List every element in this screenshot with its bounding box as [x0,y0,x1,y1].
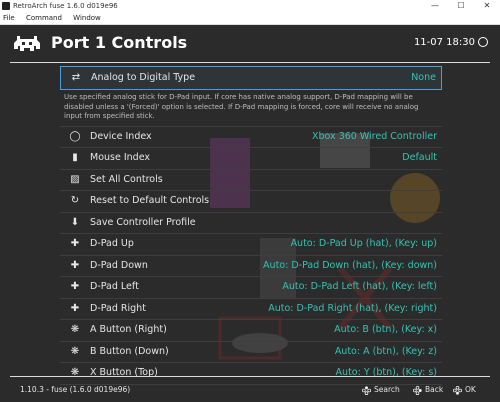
setting-dpad-left[interactable]: ✚ D-Pad Left Auto: D-Pad Left (hat), (Ke… [60,277,442,299]
clock-time: 11-07 18:30 [413,37,475,48]
retroarch-app-icon [2,2,10,10]
footer: 1.10.3 - fuse (1.6.0 d019e96) Search Bac… [0,378,500,402]
search-button-glyph-icon [362,385,371,395]
keyboard-icon: ▨ [70,173,80,185]
setting-dpad-up[interactable]: ✚ D-Pad Up Auto: D-Pad Up (hat), (Key: u… [60,234,442,256]
button-right-icon: ❋ [70,324,80,335]
setting-value: Xbox 360 Wired Controller [312,130,437,142]
battery-icon [478,37,488,47]
setting-description: Use specified analog stick for D-Pad inp… [60,90,442,127]
setting-value: Auto: B (btn), (Key: x) [334,324,437,335]
setting-save-controller-profile[interactable]: ⬇ Save Controller Profile [60,213,442,234]
window-titlebar: RetroArch fuse 1.6.0 d019e96 — ☐ ✕ [0,0,500,12]
page-title: Port 1 Controls [51,33,188,52]
close-window-button[interactable]: ✕ [474,0,500,12]
ok-button-glyph-icon [453,385,462,395]
dpad-up-icon: ✚ [70,238,80,249]
setting-a-button[interactable]: ❋ A Button (Right) Auto: B (btn), (Key: … [60,320,442,342]
back-hint[interactable]: Back [413,385,443,395]
gamepad-icon: ◯ [69,130,81,142]
search-hint-label: Search [374,385,400,394]
menu-file[interactable]: File [3,14,15,22]
dpad-down-icon: ✚ [70,259,80,271]
setting-analog-to-digital-type[interactable]: ⇄ Analog to Digital Type None [60,66,442,90]
setting-label: A Button (Right) [90,324,167,335]
mouse-icon: ▮ [72,152,78,163]
window-title: RetroArch fuse 1.6.0 d019e96 [13,2,118,10]
ok-hint-label: OK [465,385,476,394]
settings-list: ⇄ Analog to Digital Type None Use specif… [60,66,442,385]
setting-label: Set All Controls [90,173,163,185]
setting-value: Auto: D-Pad Up (hat), (Key: up) [290,238,437,249]
menu-command[interactable]: Command [26,14,62,22]
search-hint[interactable]: Search [362,385,400,395]
setting-label: Analog to Digital Type [91,72,196,83]
back-button-glyph-icon [413,385,422,395]
setting-label: D-Pad Up [90,238,134,249]
setting-device-index[interactable]: ◯ Device Index Xbox 360 Wired Controller [60,127,442,148]
setting-label: Save Controller Profile [90,216,196,228]
setting-b-button[interactable]: ❋ B Button (Down) Auto: A (btn), (Key: z… [60,342,442,363]
setting-value: Auto: A (btn), (Key: z) [334,345,437,357]
setting-value: Auto: D-Pad Down (hat), (Key: down) [263,259,437,271]
reset-icon: ↻ [70,195,80,206]
minimize-button[interactable]: — [422,0,448,12]
save-icon: ⬇ [70,216,80,228]
setting-label: D-Pad Right [90,302,146,314]
setting-label: D-Pad Down [90,259,148,271]
setting-value: Default [402,152,437,163]
button-down-icon: ❋ [70,345,80,357]
setting-dpad-down[interactable]: ✚ D-Pad Down Auto: D-Pad Down (hat), (Ke… [60,256,442,277]
menu-bar: File Command Window [0,12,500,25]
setting-label: Device Index [90,130,152,142]
footer-divider [10,376,490,377]
setting-label: B Button (Down) [90,345,169,357]
setting-label: Mouse Index [90,152,150,163]
header-divider [10,62,490,63]
menu-window[interactable]: Window [73,14,101,22]
setting-reset-to-default-controls[interactable]: ↻ Reset to Default Controls [60,191,442,213]
dpad-analog-icon: ⇄ [71,72,81,83]
retroarch-logo-icon [14,36,40,51]
setting-value: Auto: D-Pad Left (hat), (Key: left) [282,281,437,292]
back-hint-label: Back [425,385,444,394]
page-header: Port 1 Controls 11-07 18:30 [0,25,500,62]
version-text: 1.10.3 - fuse (1.6.0 d019e96) [20,385,131,394]
setting-label: Reset to Default Controls [90,195,210,206]
setting-value: Auto: D-Pad Right (hat), (Key: right) [268,302,437,314]
clock: 11-07 18:30 [414,37,488,48]
setting-set-all-controls[interactable]: ▨ Set All Controls [60,170,442,191]
setting-label: D-Pad Left [90,281,139,292]
maximize-button[interactable]: ☐ [448,0,474,12]
ok-hint[interactable]: OK [453,385,476,395]
setting-mouse-index[interactable]: ▮ Mouse Index Default [60,148,442,170]
setting-value: None [411,72,436,83]
dpad-left-icon: ✚ [70,281,80,292]
dpad-right-icon: ✚ [70,302,80,314]
setting-dpad-right[interactable]: ✚ D-Pad Right Auto: D-Pad Right (hat), (… [60,299,442,320]
